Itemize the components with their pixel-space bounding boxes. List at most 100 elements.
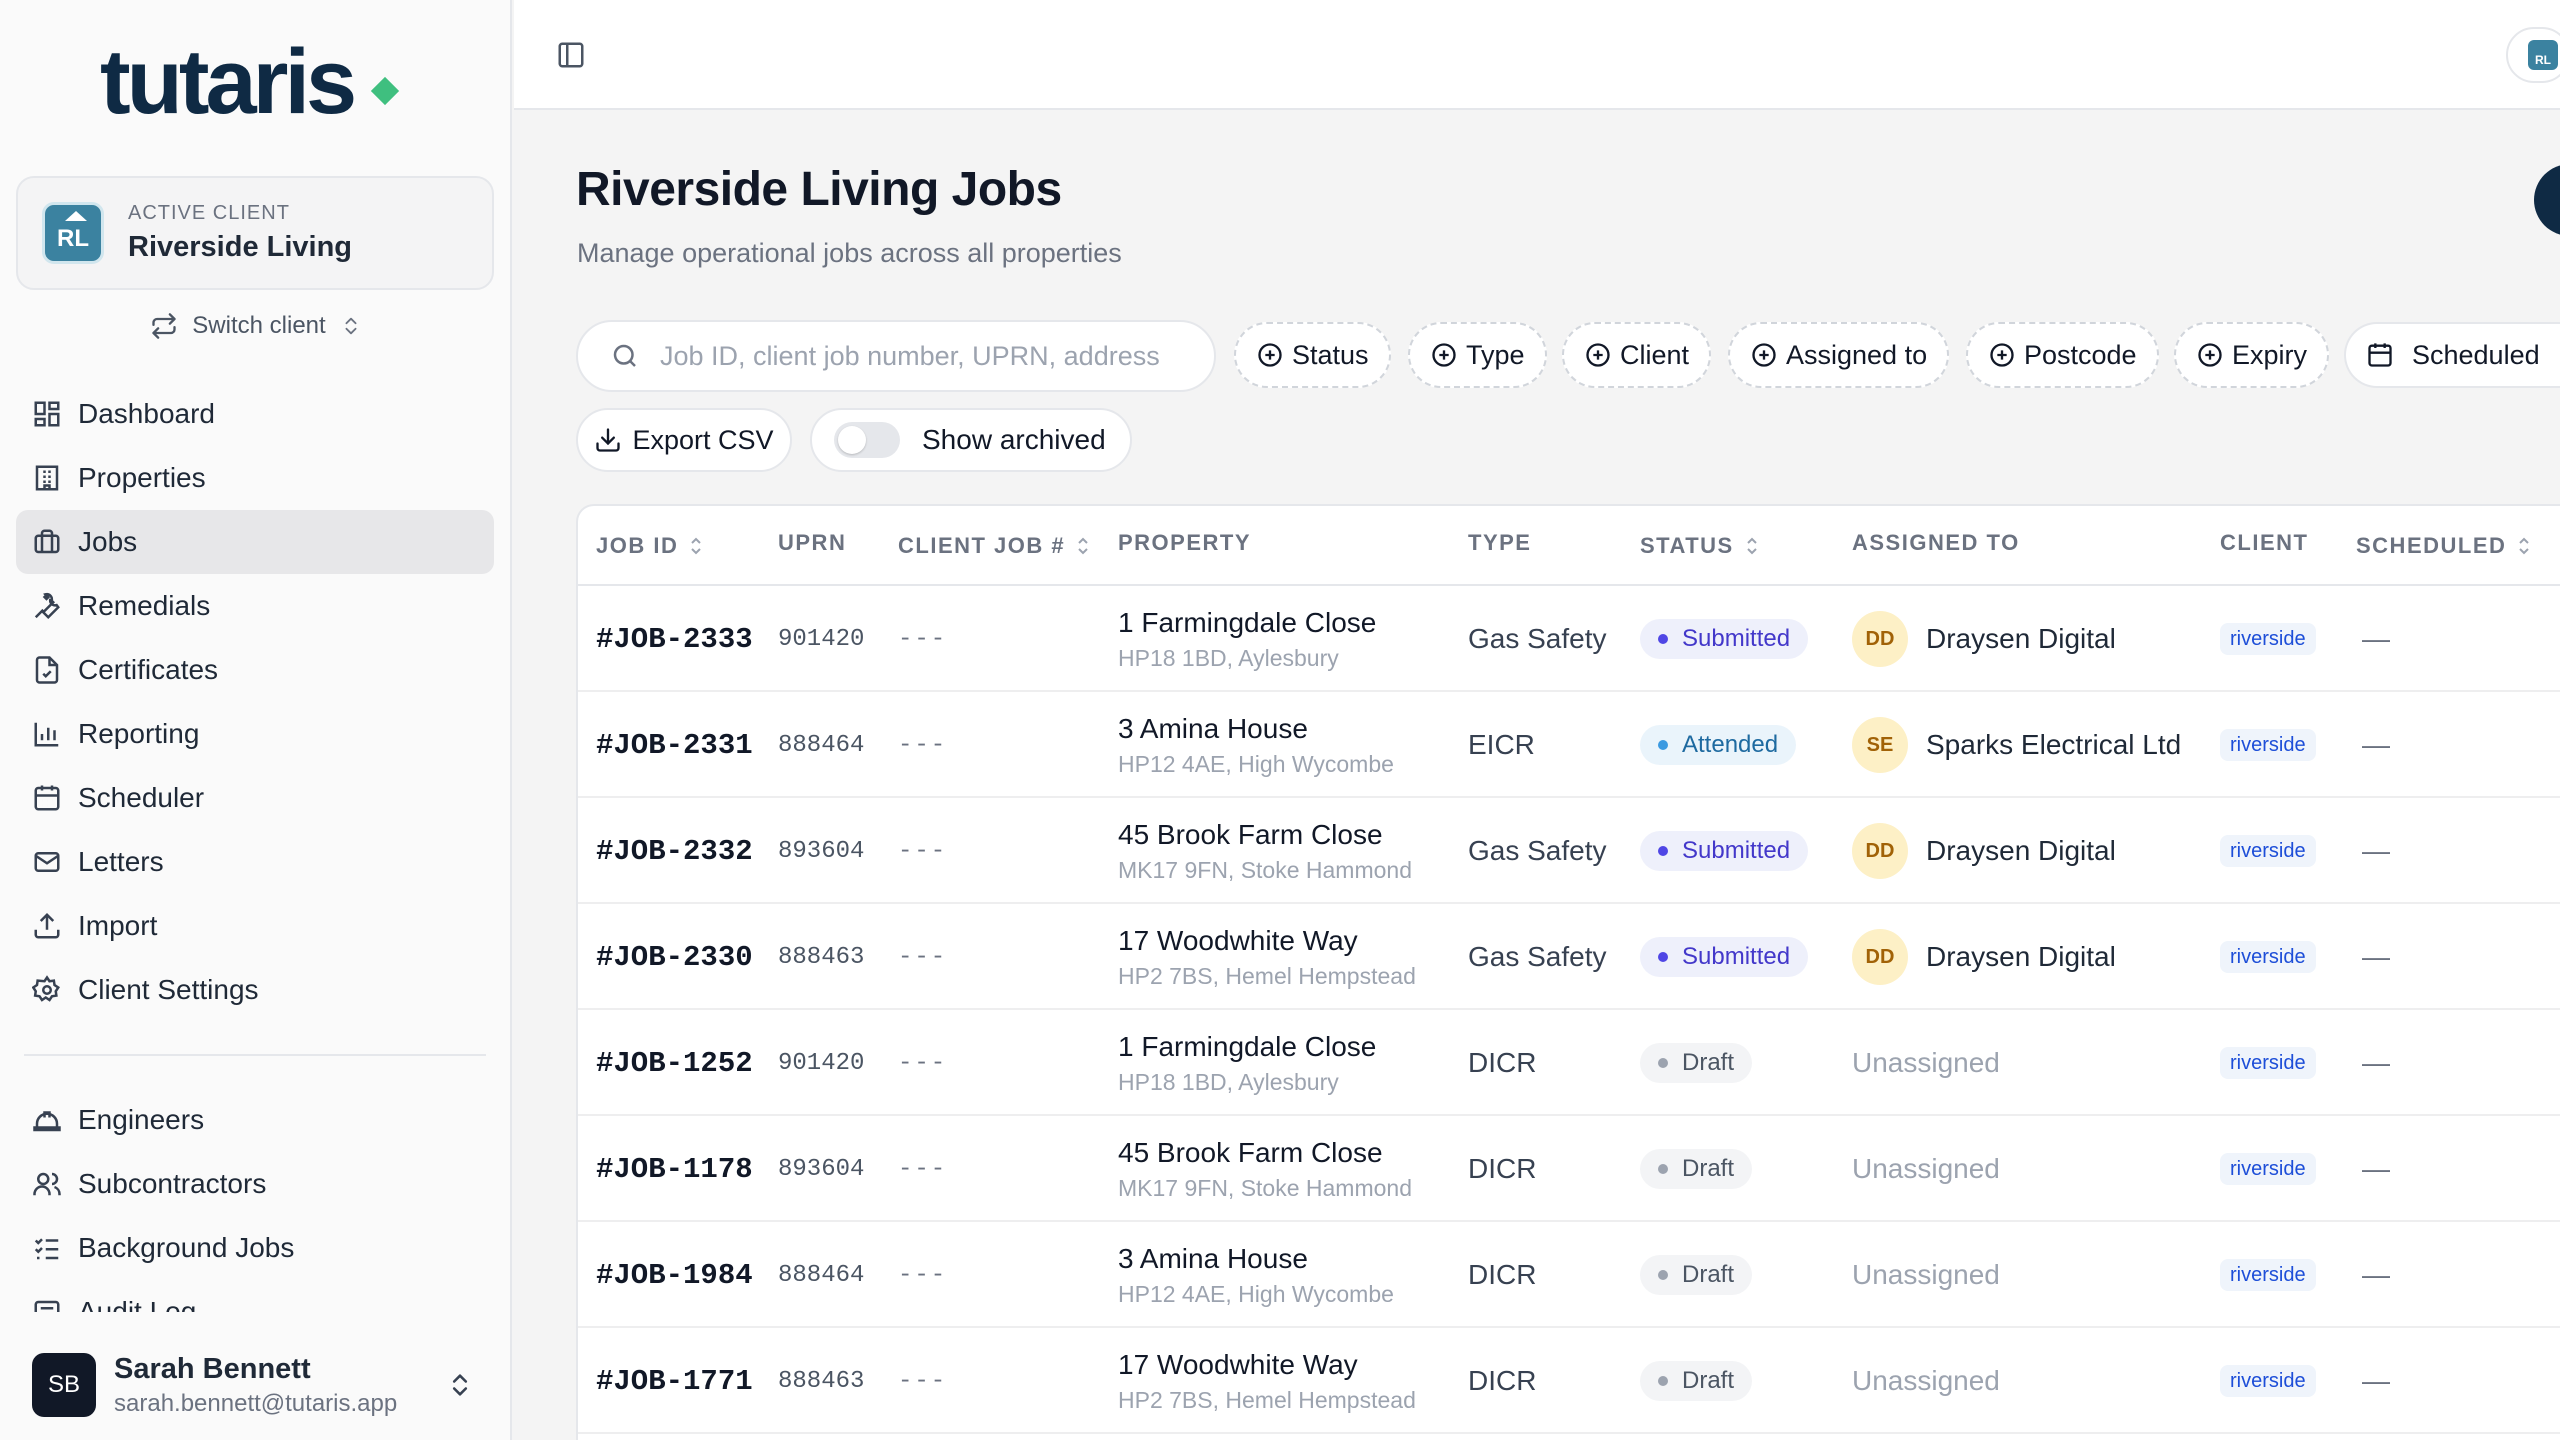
- switch-client-button[interactable]: Switch client: [0, 312, 512, 340]
- filter-status-chip[interactable]: Status: [1234, 322, 1391, 388]
- job-id[interactable]: #JOB-2330: [596, 941, 753, 974]
- nav-item-client-settings[interactable]: Client Settings: [16, 958, 494, 1022]
- table-row[interactable]: #JOB-2332 893604 --- 45 Brook Farm Close MK1…: [578, 798, 2560, 904]
- download-icon: [596, 428, 621, 452]
- chip-label: Scheduled: [2412, 339, 2540, 370]
- status-label: Draft: [1682, 1261, 1735, 1288]
- status-label: Attended: [1682, 731, 1779, 758]
- client-avatar: RL: [42, 202, 104, 264]
- job-id[interactable]: #JOB-1771: [596, 1365, 753, 1398]
- nav-label: Import: [78, 910, 158, 941]
- sidebar: tutaris RL ACTIVE CLIENT Riverside Livin…: [0, 0, 512, 1440]
- scheduled-date: —: [2362, 729, 2390, 760]
- top-bar: [514, 0, 2560, 110]
- sidebar-toggle-icon[interactable]: [556, 40, 586, 70]
- property-postcode-town: HP12 4AE, High Wycombe: [1118, 750, 1394, 777]
- table-row[interactable]: #JOB-1252 901420 --- 1 Farmingdale Close HP1…: [578, 1010, 2560, 1116]
- show-archived-toggle[interactable]: [834, 422, 900, 458]
- column-header-job-id[interactable]: JOB ID: [596, 506, 704, 586]
- filter-scheduled-button[interactable]: Scheduled: [2344, 322, 2560, 388]
- property-address: 3 Amina House: [1118, 1242, 1308, 1274]
- status-dot-icon: [1658, 846, 1668, 856]
- job-type: DICR: [1468, 1153, 1537, 1184]
- nav-item-background-jobs[interactable]: Background Jobs: [16, 1216, 494, 1280]
- column-header-client-job[interactable]: CLIENT JOB #: [898, 506, 1091, 586]
- filter-client-chip[interactable]: Client: [1562, 322, 1712, 388]
- column-label: STATUS: [1640, 533, 1734, 558]
- table-row[interactable]: #JOB-1771 888463 --- 17 Woodwhite Way HP2 7B…: [578, 1328, 2560, 1434]
- column-header-assigned-to: ASSIGNED TO: [1852, 506, 2020, 583]
- nav-item-import[interactable]: Import: [16, 894, 494, 958]
- search-box[interactable]: [576, 320, 1216, 392]
- filter-postcode-chip[interactable]: Postcode: [1966, 322, 2159, 388]
- status-badge: Attended: [1640, 725, 1797, 765]
- active-client-card[interactable]: RL ACTIVE CLIENT Riverside Living: [16, 176, 494, 290]
- export-csv-button[interactable]: Export CSV: [576, 408, 792, 472]
- search-input[interactable]: [660, 340, 1160, 372]
- nav-item-certificates[interactable]: Certificates: [16, 638, 494, 702]
- primary-nav: Dashboard Properties Jobs Remedials Cert…: [16, 382, 494, 1022]
- sort-icon: [1747, 537, 1757, 555]
- job-id[interactable]: #JOB-1178: [596, 1153, 753, 1186]
- assignee-avatar: SE: [1852, 717, 1908, 773]
- table-row[interactable]: #JOB-1984 888464 --- 3 Amina House HP12 4AE,…: [578, 1222, 2560, 1328]
- assignee-name: Sparks Electrical Ltd: [1926, 729, 2182, 760]
- nav-item-jobs[interactable]: Jobs: [16, 510, 494, 574]
- filter-assigned-to-chip[interactable]: Assigned to: [1728, 322, 1950, 388]
- job-id[interactable]: #JOB-2333: [596, 623, 753, 656]
- nav-label: Audit Log: [78, 1296, 197, 1312]
- filter-type-chip[interactable]: Type: [1408, 322, 1547, 388]
- scheduled-date: —: [2362, 941, 2390, 972]
- nav-item-engineers[interactable]: Engineers: [16, 1088, 494, 1152]
- logo[interactable]: tutaris: [100, 32, 400, 132]
- nav-item-letters[interactable]: Letters: [16, 830, 494, 894]
- assignee-avatar: DD: [1852, 929, 1908, 985]
- column-label: JOB ID: [596, 533, 679, 558]
- column-header-scheduled[interactable]: SCHEDULED: [2356, 506, 2532, 586]
- job-type: Gas Safety: [1468, 941, 1607, 972]
- property-postcode-town: HP2 7BS, Hemel Hempstead: [1118, 962, 1416, 989]
- client-job-number: ---: [898, 1049, 948, 1077]
- status-badge: Draft: [1640, 1043, 1753, 1083]
- table-row[interactable]: #JOB-1178 893604 --- 45 Brook Farm Close MK1…: [578, 1116, 2560, 1222]
- plus-circle-icon: [1586, 343, 1610, 367]
- status-label: Draft: [1682, 1367, 1735, 1394]
- hard-hat-icon: [33, 1111, 61, 1132]
- nav-item-remedials[interactable]: Remedials: [16, 574, 494, 638]
- column-header-status[interactable]: STATUS: [1640, 506, 1760, 586]
- chip-label: Assigned to: [1786, 339, 1928, 370]
- job-type: Gas Safety: [1468, 835, 1607, 866]
- job-id[interactable]: #JOB-2332: [596, 835, 753, 868]
- uprn: 901420: [778, 1049, 865, 1077]
- show-archived-control[interactable]: Show archived: [810, 408, 1132, 472]
- assignee-name: Draysen Digital: [1926, 623, 2116, 654]
- client-badge: riverside: [2220, 1153, 2316, 1185]
- user-name: Sarah Bennett: [114, 1352, 311, 1385]
- user-menu[interactable]: SB Sarah Bennett sarah.bennett@tutaris.a…: [0, 1330, 510, 1440]
- nav-item-subcontractors[interactable]: Subcontractors: [16, 1152, 494, 1216]
- job-id[interactable]: #JOB-1984: [596, 1259, 753, 1292]
- table-row[interactable]: #JOB-2331 888464 --- 3 Amina House HP12 4AE,…: [578, 692, 2560, 798]
- status-dot-icon: [1658, 1058, 1668, 1068]
- nav-item-audit-log[interactable]: Audit Log: [16, 1280, 494, 1312]
- nav-label: Certificates: [78, 654, 219, 685]
- nav-item-reporting[interactable]: Reporting: [16, 702, 494, 766]
- sort-icon: [691, 537, 702, 555]
- chip-label: Postcode: [2024, 339, 2137, 370]
- client-badge: riverside: [2220, 623, 2316, 655]
- table-row[interactable]: #JOB-2330 888463 --- 17 Woodwhite Way HP2 7B…: [578, 904, 2560, 1010]
- page-subtitle: Manage operational jobs across all prope…: [577, 238, 1122, 268]
- nav-item-properties[interactable]: Properties: [16, 446, 494, 510]
- nav-item-scheduler[interactable]: Scheduler: [16, 766, 494, 830]
- table-row[interactable]: #JOB-2333 901420 --- 1 Farmingdale Close HP1…: [578, 586, 2560, 692]
- status-label: Draft: [1682, 1155, 1735, 1182]
- status-badge: Draft: [1640, 1361, 1753, 1401]
- job-id[interactable]: #JOB-2331: [596, 729, 753, 762]
- nav-item-dashboard[interactable]: Dashboard: [16, 382, 494, 446]
- create-job-button[interactable]: [2534, 164, 2560, 236]
- file-check-icon: [35, 656, 59, 684]
- chip-label: Client: [1620, 339, 1690, 370]
- filter-expiry-chip[interactable]: Expiry: [2174, 322, 2330, 388]
- job-id[interactable]: #JOB-1252: [596, 1047, 753, 1080]
- client-badge: riverside: [2220, 941, 2316, 973]
